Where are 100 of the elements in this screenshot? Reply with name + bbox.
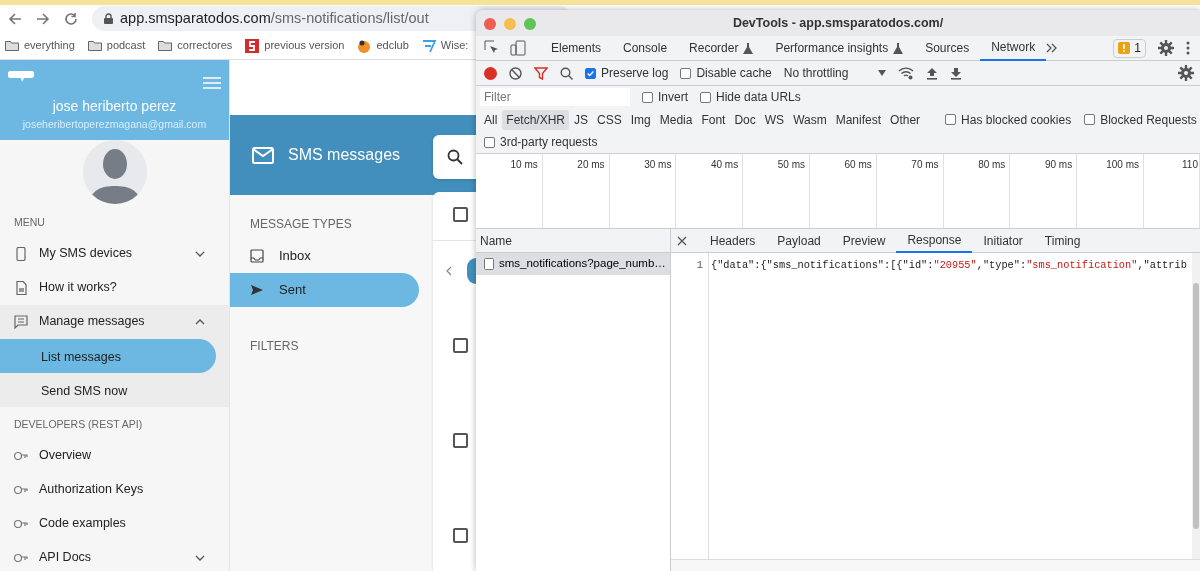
type-filter[interactable]: Other	[886, 109, 925, 130]
device-toolbar-icon[interactable]	[510, 40, 526, 56]
scrollbar-thumb[interactable]	[1193, 283, 1199, 529]
menu-item[interactable]: API Docs	[0, 540, 229, 571]
settings-icon[interactable]	[1178, 65, 1194, 81]
checkbox-label[interactable]: Preserve log	[601, 64, 669, 82]
type-filter[interactable]: JS	[570, 109, 593, 130]
menu-item[interactable]: Code examples	[0, 506, 229, 541]
checkbox[interactable]	[453, 338, 468, 353]
panel-tab[interactable]: Network	[980, 35, 1047, 61]
type-filter[interactable]: Manifest	[831, 109, 886, 130]
more-tabs-icon[interactable]	[1046, 43, 1059, 53]
menu-item[interactable]: How it works?	[0, 270, 229, 305]
message-type-item[interactable]: Sent	[230, 273, 419, 307]
submenu-item[interactable]: Send SMS now	[0, 372, 229, 407]
panel-tab[interactable]: Performance insights	[764, 35, 915, 61]
record-button[interactable]	[484, 66, 497, 80]
type-filter[interactable]: Doc	[730, 109, 760, 130]
type-filter[interactable]: All	[480, 109, 502, 130]
checkbox-label[interactable]: Disable cache	[696, 64, 772, 82]
message-type-item[interactable]: Inbox	[230, 239, 419, 273]
submenu-item[interactable]: List messages	[0, 338, 216, 373]
clear-icon[interactable]	[509, 66, 522, 80]
chevron-left-icon[interactable]	[446, 266, 452, 276]
forward-icon[interactable]	[36, 11, 50, 26]
horizontal-scrollbar[interactable]	[671, 559, 1200, 571]
timeline-tick: 50 ms	[743, 154, 810, 228]
detail-tab[interactable]: Payload	[766, 228, 832, 253]
panel-tab[interactable]: Elements	[540, 35, 613, 61]
type-filter[interactable]: Img	[626, 109, 655, 130]
dropdown-arrow-icon	[878, 70, 887, 76]
folder-icon	[158, 40, 173, 51]
document-icon	[484, 258, 494, 270]
request-row[interactable]: sms_notifications?page_numb…	[476, 253, 670, 275]
issues-button[interactable]: 1	[1113, 38, 1146, 58]
timeline-tick: 40 ms	[676, 154, 744, 228]
search-icon[interactable]	[560, 66, 573, 80]
detail-tab[interactable]: Response	[896, 228, 973, 253]
menu-item[interactable]: My SMS devices	[0, 236, 229, 271]
timeline-tick: 100 ms	[1077, 154, 1144, 228]
close-icon[interactable]	[677, 235, 687, 246]
bookmark[interactable]: correctores	[158, 37, 233, 54]
chevron-down-icon	[195, 250, 205, 257]
bookmark[interactable]: podcast	[87, 37, 146, 54]
menu-item[interactable]: Overview	[0, 438, 229, 473]
checkbox[interactable]	[1084, 114, 1096, 125]
page-indicator[interactable]	[467, 258, 476, 284]
bookmark[interactable]: previous version	[245, 37, 345, 54]
bookmark-logo-icon	[245, 38, 260, 53]
detail-tab[interactable]: Initiator	[972, 228, 1034, 253]
timeline-tick: 20 ms	[542, 154, 610, 228]
detail-tab[interactable]: Preview	[831, 228, 897, 253]
menu-item[interactable]: Manage messages	[0, 304, 229, 339]
section-heading: DEVELOPERS (REST API)	[13, 416, 144, 432]
menu-item[interactable]: Authorization Keys	[0, 472, 229, 507]
search-field[interactable]	[433, 135, 476, 179]
checkbox-label[interactable]: 3rd-party requests	[500, 133, 598, 151]
type-filter[interactable]: Fetch/XHR	[502, 109, 570, 130]
phone-icon	[14, 246, 28, 261]
filter-field[interactable]: Filter	[480, 88, 630, 106]
checkbox[interactable]	[680, 67, 692, 79]
panel-tab[interactable]: Sources	[914, 35, 981, 61]
panel-tab[interactable]: Console	[612, 35, 679, 61]
checkbox[interactable]	[585, 67, 596, 79]
checkbox[interactable]	[453, 528, 468, 543]
type-filter[interactable]: CSS	[593, 109, 626, 130]
bookmark[interactable]: everything	[5, 37, 75, 54]
throttling-dropdown[interactable]: No throttling	[783, 64, 887, 82]
settings-icon[interactable]	[1158, 40, 1174, 56]
detail-tab[interactable]: Timing	[1033, 228, 1092, 253]
checkbox[interactable]	[945, 114, 957, 125]
window-control[interactable]	[484, 18, 496, 30]
more-options-icon[interactable]	[1186, 41, 1190, 55]
checkbox-label[interactable]: Invert	[658, 88, 688, 106]
chevron-up-icon	[195, 318, 205, 325]
panel-tab[interactable]: Recorder	[678, 35, 765, 61]
download-icon[interactable]	[950, 66, 963, 80]
back-icon[interactable]	[8, 11, 22, 26]
timeline-tick: 10 ms	[476, 154, 543, 228]
checkbox-label[interactable]: Has blocked cookies	[961, 110, 1072, 129]
network-conditions-icon[interactable]	[898, 66, 915, 80]
checkbox[interactable]	[453, 207, 468, 222]
send-icon	[250, 283, 264, 297]
filter-icon[interactable]	[534, 66, 548, 80]
checkbox-label[interactable]: Hide data URLs	[716, 88, 801, 106]
bookmark[interactable]: Wise:	[421, 37, 469, 54]
type-filter[interactable]: Wasm	[789, 109, 831, 130]
checkbox[interactable]	[700, 91, 711, 103]
bookmark[interactable]: edclub	[357, 37, 409, 54]
type-filter[interactable]: WS	[760, 109, 789, 130]
reload-icon[interactable]	[64, 11, 78, 26]
type-filter[interactable]: Media	[655, 109, 697, 130]
checkbox[interactable]	[642, 91, 653, 103]
lock-icon	[104, 13, 113, 24]
checkbox[interactable]	[484, 136, 495, 148]
detail-tab[interactable]: Headers	[699, 228, 767, 253]
upload-icon[interactable]	[926, 66, 939, 80]
checkbox-label[interactable]: Blocked Requests	[1100, 110, 1197, 129]
checkbox[interactable]	[453, 433, 468, 448]
type-filter[interactable]: Font	[697, 109, 730, 130]
